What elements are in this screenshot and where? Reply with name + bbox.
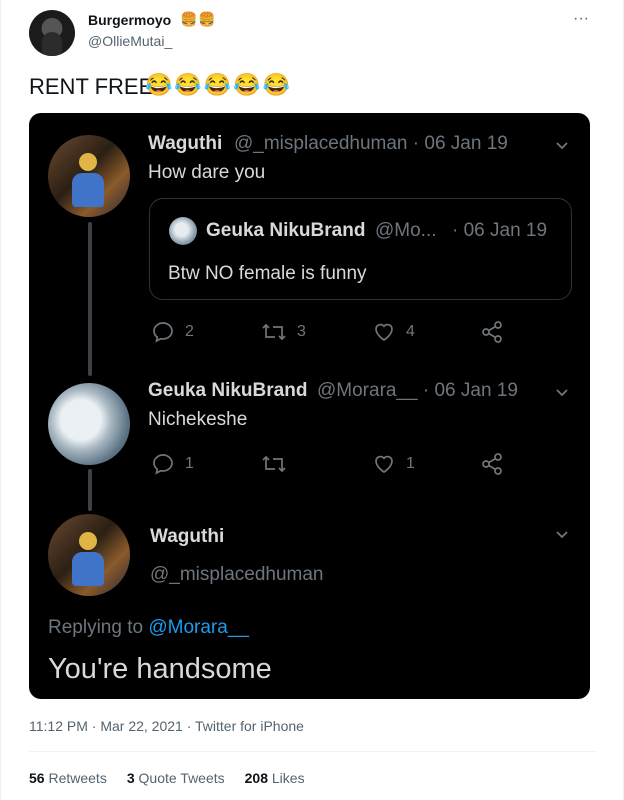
reply-author-meta: @Morara__ · 06 Jan 19 bbox=[317, 380, 518, 401]
thread-line bbox=[88, 222, 92, 376]
retweet-count: 3 bbox=[297, 323, 306, 340]
retweets-stat[interactable]: 56 Retweets bbox=[29, 770, 107, 786]
likes-stat[interactable]: 208 Likes bbox=[245, 770, 305, 786]
quoted-author-avatar bbox=[169, 217, 197, 245]
reply-icon bbox=[153, 454, 173, 475]
author-handle[interactable]: @OllieMutai_ bbox=[88, 33, 172, 49]
more-options-button[interactable]: ··· bbox=[569, 10, 593, 30]
retweet-icon bbox=[262, 323, 286, 341]
like-count: 1 bbox=[406, 455, 415, 472]
chevron-down-icon bbox=[552, 137, 572, 157]
reply-author-name: Waguthi bbox=[148, 133, 223, 154]
author-avatar[interactable] bbox=[29, 10, 75, 56]
share-action bbox=[480, 320, 504, 344]
quote-tweets-stat[interactable]: 3 Quote Tweets bbox=[127, 770, 225, 786]
author-name-emoji: 🍔🍔 bbox=[180, 11, 217, 27]
chevron-down-icon bbox=[552, 526, 572, 546]
reply-action: 2 bbox=[151, 320, 194, 344]
quoted-tweet: Geuka NikuBrand @Mo... · 06 Jan 19 Btw N… bbox=[149, 198, 572, 300]
tweet-stats: 56 Retweets 3 Quote Tweets 208 Likes bbox=[29, 770, 305, 786]
geuka-avatar bbox=[48, 383, 130, 465]
reply-count: 2 bbox=[185, 323, 194, 340]
reply-text: Nichekeshe bbox=[148, 409, 248, 430]
attached-screenshot[interactable]: Waguthi @_misplacedhuman · 06 Jan 19 How… bbox=[29, 113, 590, 699]
thread-line bbox=[88, 469, 92, 511]
main-tweet-text: You're handsome bbox=[48, 653, 272, 685]
share-icon bbox=[482, 453, 502, 475]
retweets-label: Retweets bbox=[44, 770, 107, 786]
likes-count: 208 bbox=[244, 770, 268, 786]
main-author-name: Waguthi bbox=[150, 526, 225, 547]
waguthi-avatar bbox=[48, 514, 130, 596]
quoted-date: · 06 Jan 19 bbox=[452, 220, 548, 241]
retweet-icon bbox=[262, 455, 286, 473]
likes-label: Likes bbox=[268, 770, 305, 786]
replying-to: Replying to @Morara__ bbox=[48, 617, 249, 639]
heart-icon bbox=[375, 455, 393, 474]
like-action: 1 bbox=[372, 452, 415, 476]
waguthi-avatar bbox=[48, 135, 130, 217]
retweet-action bbox=[261, 452, 287, 476]
replying-prefix: Replying to bbox=[48, 617, 149, 638]
retweets-count: 56 bbox=[29, 770, 45, 786]
share-action bbox=[480, 452, 504, 476]
reply-icon bbox=[153, 322, 173, 343]
author-display-name[interactable]: Burgermoyo bbox=[88, 12, 171, 28]
chevron-down-icon bbox=[552, 384, 572, 404]
quote-tweets-label: Quote Tweets bbox=[134, 770, 225, 786]
quote-tweets-count: 3 bbox=[126, 770, 135, 786]
tweet-timestamp[interactable]: 11:12 PM · Mar 22, 2021 · Twitter for iP… bbox=[29, 718, 304, 734]
tweet-text: RENT FREE bbox=[29, 74, 154, 99]
divider bbox=[29, 751, 597, 752]
reply-author-name: Geuka NikuBrand bbox=[148, 380, 308, 401]
retweet-action: 3 bbox=[261, 320, 306, 344]
like-action: 4 bbox=[372, 320, 415, 344]
tweet-card: Burgermoyo 🍔🍔 @OllieMutai_ ··· RENT FREE… bbox=[0, 0, 624, 800]
replying-mention: @Morara__ bbox=[148, 617, 249, 638]
reply-author-meta: @_misplacedhuman · 06 Jan 19 bbox=[234, 133, 508, 154]
tweet-emojis: 😂😂😂😂😂 bbox=[145, 72, 292, 97]
quoted-author-name: Geuka NikuBrand bbox=[206, 220, 366, 241]
reply-text: How dare you bbox=[148, 162, 266, 183]
quoted-author-handle: @Mo... bbox=[375, 220, 437, 241]
share-icon bbox=[482, 321, 502, 343]
heart-icon bbox=[375, 323, 393, 342]
reply-action: 1 bbox=[151, 452, 194, 476]
quoted-text: Btw NO female is funny bbox=[168, 263, 367, 284]
main-author-handle: @_misplacedhuman bbox=[150, 564, 324, 585]
like-count: 4 bbox=[406, 323, 415, 340]
reply-count: 1 bbox=[185, 455, 194, 472]
